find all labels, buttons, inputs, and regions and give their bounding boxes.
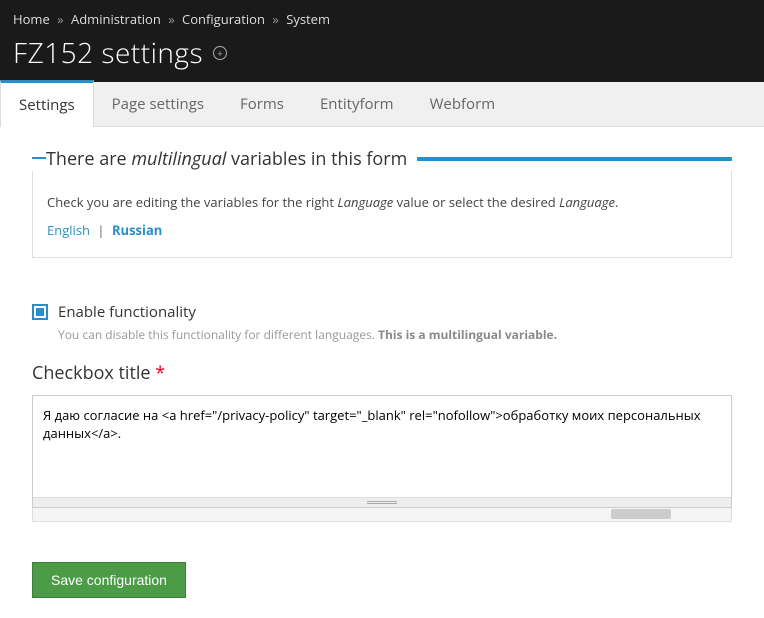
checkbox-checked-icon xyxy=(36,308,44,316)
checkbox-title-item: Checkbox title * xyxy=(32,361,732,522)
horizontal-scrollbar[interactable] xyxy=(32,508,732,522)
breadcrumb-sep: » xyxy=(272,10,278,28)
plus-circle-icon[interactable]: + xyxy=(213,46,227,60)
legend-em: multilingual xyxy=(131,147,226,171)
legend-text: There are xyxy=(46,147,131,171)
enable-functionality-checkbox[interactable] xyxy=(32,304,48,320)
legend-text: variables in this form xyxy=(226,147,407,171)
tab-forms[interactable]: Forms xyxy=(222,82,302,126)
multilingual-fieldset: There are multilingual variables in this… xyxy=(32,157,732,278)
enable-functionality-help: You can disable this functionality for d… xyxy=(58,326,732,343)
breadcrumb-item[interactable]: Administration xyxy=(71,10,161,28)
language-link-russian[interactable]: Russian xyxy=(112,221,162,239)
textarea-resize-grip[interactable] xyxy=(33,497,731,507)
page-title: FZ152 settings xyxy=(13,34,203,72)
desc-text: . xyxy=(615,193,618,211)
desc-em: Language xyxy=(337,193,393,211)
tab-page-settings[interactable]: Page settings xyxy=(94,82,222,126)
tab-entityform[interactable]: Entityform xyxy=(302,82,412,126)
breadcrumb-item[interactable]: Home xyxy=(13,10,50,28)
fieldset-legend: There are multilingual variables in this… xyxy=(46,147,417,171)
language-links: English | Russian xyxy=(47,221,717,239)
language-link-english[interactable]: English xyxy=(47,221,90,239)
grip-lines-icon xyxy=(367,501,397,505)
scrollbar-thumb[interactable] xyxy=(611,509,671,519)
required-marker: * xyxy=(155,361,165,385)
help-text-prefix: You can disable this functionality for d… xyxy=(58,326,378,343)
help-text-strong: This is a multilingual variable. xyxy=(378,326,557,343)
language-divider: | xyxy=(97,221,104,239)
enable-functionality-item: Enable functionality You can disable thi… xyxy=(32,302,732,343)
save-configuration-button[interactable]: Save configuration xyxy=(32,562,186,598)
checkbox-title-label: Checkbox title * xyxy=(32,361,732,385)
label-text: Checkbox title xyxy=(32,361,151,385)
checkbox-title-textarea-wrap xyxy=(32,395,732,508)
desc-text: Check you are editing the variables for … xyxy=(47,193,337,211)
breadcrumb-item[interactable]: System xyxy=(286,10,330,28)
desc-text: value or select the desired xyxy=(393,193,559,211)
tab-webform[interactable]: Webform xyxy=(412,82,514,126)
tabs: Settings Page settings Forms Entityform … xyxy=(0,82,764,127)
breadcrumb-item[interactable]: Configuration xyxy=(182,10,265,28)
tab-settings[interactable]: Settings xyxy=(0,80,94,127)
checkbox-title-textarea[interactable] xyxy=(33,396,731,492)
breadcrumb-sep: » xyxy=(168,10,174,28)
legend-line xyxy=(417,159,732,161)
breadcrumb: Home » Administration » Configuration » … xyxy=(13,10,751,34)
desc-em: Language xyxy=(559,193,615,211)
breadcrumb-sep: » xyxy=(57,10,63,28)
fieldset-description: Check you are editing the variables for … xyxy=(47,193,717,211)
enable-functionality-label: Enable functionality xyxy=(58,302,196,322)
